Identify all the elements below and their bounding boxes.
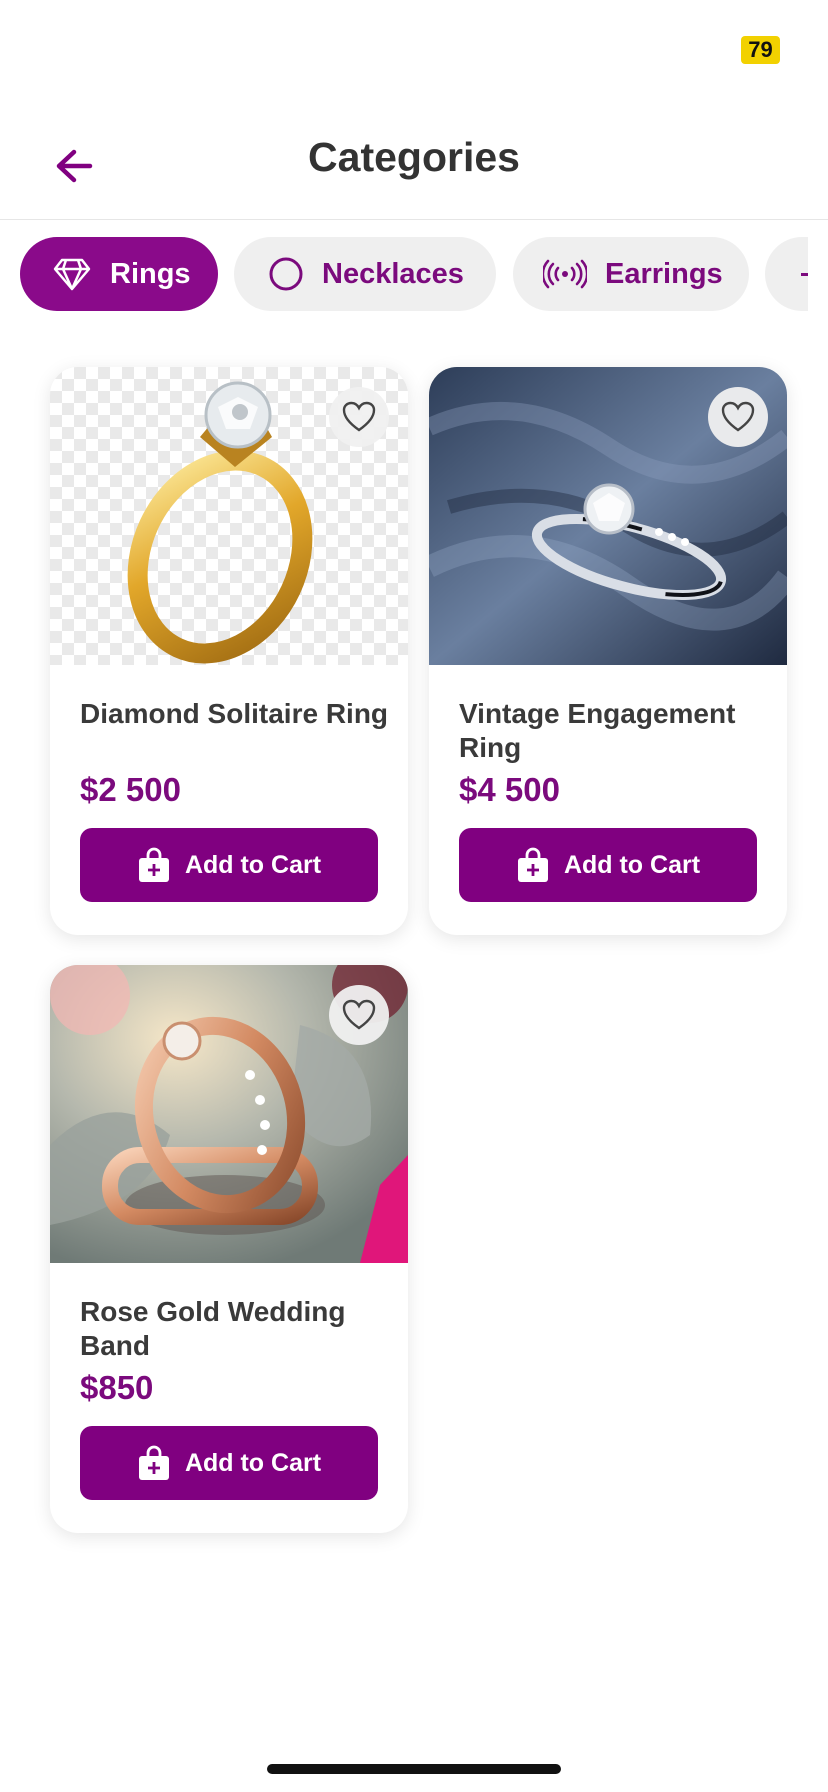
add-to-cart-button[interactable]: Add to Cart [459, 828, 757, 902]
diamond-icon [52, 256, 92, 292]
favorite-button[interactable] [329, 985, 389, 1045]
category-chips: Rings Necklaces Earrings [0, 237, 808, 311]
product-price: $4 500 [459, 771, 560, 808]
partial-chip-icon [801, 272, 808, 276]
status-bar: 79 [0, 0, 828, 100]
heart-icon [342, 999, 376, 1030]
product-name: Vintage Engagement Ring [459, 698, 736, 763]
add-to-cart-button[interactable]: Add to Cart [80, 1426, 378, 1500]
product-price: $850 [80, 1369, 154, 1406]
signal-icon [543, 259, 587, 289]
home-indicator[interactable] [267, 1764, 561, 1774]
product-card[interactable]: Rose Gold Wedding Band $850 Add to Cart [50, 965, 408, 1533]
shopping-bag-icon [138, 1445, 169, 1480]
chip-more[interactable] [765, 237, 808, 311]
product-price: $2 500 [80, 771, 181, 808]
favorite-button[interactable] [708, 387, 768, 447]
product-card[interactable]: Vintage Engagement Ring $4 500 Add to Ca… [429, 367, 787, 935]
favorite-button[interactable] [329, 387, 389, 447]
add-to-cart-button[interactable]: Add to Cart [80, 828, 378, 902]
product-name: Rose Gold Wedding Band [80, 1296, 346, 1361]
chip-rings[interactable]: Rings [20, 237, 218, 311]
shopping-bag-icon [517, 847, 548, 882]
chip-label: Earrings [605, 257, 723, 290]
circle-icon [268, 256, 304, 292]
header: Categories [0, 110, 828, 220]
heart-icon [721, 401, 755, 432]
chip-label: Necklaces [322, 257, 464, 290]
battery-badge: 79 [741, 36, 780, 64]
product-card[interactable]: Diamond Solitaire Ring $2 500 Add to Car… [50, 367, 408, 935]
product-name: Diamond Solitaire Ring [80, 698, 389, 729]
add-to-cart-label: Add to Cart [184, 850, 322, 879]
page-title: Categories [308, 134, 520, 180]
heart-icon [342, 401, 376, 432]
chip-label: Rings [110, 257, 191, 290]
chip-necklaces[interactable]: Necklaces [234, 237, 496, 311]
shopping-bag-icon [138, 847, 169, 882]
add-to-cart-label: Add to Cart [563, 850, 701, 879]
add-to-cart-label: Add to Cart [184, 1448, 322, 1477]
chip-earrings[interactable]: Earrings [513, 237, 749, 311]
